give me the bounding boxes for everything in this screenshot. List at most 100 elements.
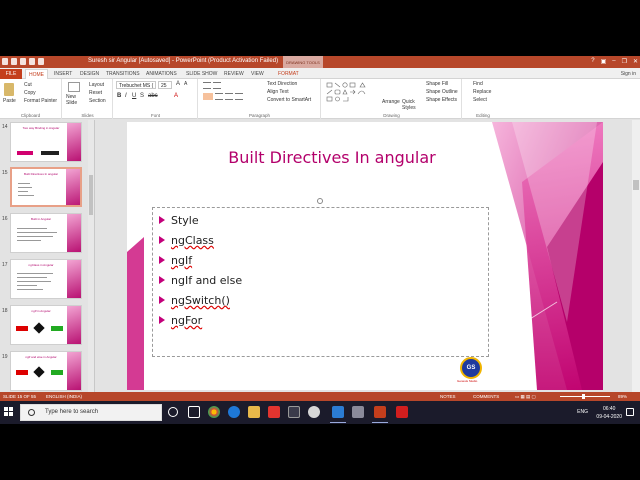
store-icon[interactable] bbox=[288, 406, 300, 418]
thumbnails-scrollbar[interactable] bbox=[88, 120, 94, 392]
bullet-item[interactable]: ngClass bbox=[159, 234, 214, 247]
bullet-item[interactable]: ngSwitch() bbox=[159, 294, 230, 307]
powerpoint-taskbar-icon[interactable] bbox=[372, 406, 388, 423]
language-indicator[interactable]: ENGLISH (INDIA) bbox=[46, 394, 82, 399]
rotate-handle[interactable] bbox=[317, 198, 323, 204]
quick-styles-button[interactable]: Quick Styles bbox=[402, 99, 420, 111]
comments-button[interactable]: COMMENTS bbox=[473, 394, 499, 399]
bullet-item[interactable]: ngFor bbox=[159, 314, 202, 327]
slide-canvas[interactable]: Built Directives In angular Style ngClas… bbox=[127, 122, 603, 390]
tab-view[interactable]: VIEW bbox=[248, 69, 267, 79]
zoom-slider[interactable] bbox=[560, 396, 610, 397]
layout-button[interactable]: Layout bbox=[89, 82, 104, 88]
grow-font-button[interactable]: A bbox=[176, 81, 180, 87]
tab-slide-show[interactable]: SLIDE SHOW bbox=[183, 69, 220, 79]
slide-thumbnail-19[interactable]: ngIf and else in Angular bbox=[10, 351, 82, 391]
slide-thumbnail-14[interactable]: Two way Binding in Angular bbox=[10, 122, 82, 162]
section-button[interactable]: Section bbox=[89, 98, 106, 104]
notification-icon[interactable] bbox=[626, 408, 634, 416]
paste-button[interactable]: Paste bbox=[3, 98, 16, 104]
text-direction-button[interactable]: Text Direction bbox=[267, 81, 297, 87]
justify-icon[interactable] bbox=[235, 93, 243, 100]
slide-thumbnail-15[interactable]: Built Directives In angular bbox=[10, 167, 82, 207]
taskbar-search[interactable]: Type here to search bbox=[20, 404, 162, 421]
paste-icon[interactable] bbox=[4, 83, 14, 96]
cortana-icon[interactable] bbox=[168, 407, 178, 417]
slide-thumbnails-pane[interactable]: 14 Two way Binding in Angular 15 Built D… bbox=[0, 120, 95, 392]
slide-thumbnail-17[interactable]: ngClass in Angular bbox=[10, 259, 82, 299]
align-right-icon[interactable] bbox=[225, 93, 233, 100]
arrange-button[interactable]: Arrange bbox=[382, 99, 400, 105]
bullet-item[interactable]: ngIf bbox=[159, 254, 192, 267]
shapes-gallery-icon[interactable] bbox=[326, 82, 378, 104]
bullet-item[interactable]: ngIf and else bbox=[159, 274, 242, 287]
copy-button[interactable]: Copy bbox=[24, 90, 36, 96]
shrink-font-button[interactable]: A bbox=[184, 81, 187, 87]
underline-button[interactable]: U bbox=[132, 93, 136, 99]
font-size-select[interactable]: 25 bbox=[158, 81, 172, 89]
bold-button[interactable]: B bbox=[117, 93, 121, 99]
save-icon[interactable] bbox=[11, 58, 17, 65]
font-name-select[interactable]: Trebuchet MS ( bbox=[116, 81, 156, 89]
align-text-button[interactable]: Align Text bbox=[267, 89, 289, 95]
new-slide-icon[interactable] bbox=[68, 82, 80, 92]
clock[interactable]: 06:40 09-04-2020 bbox=[596, 405, 622, 421]
convert-smartart-button[interactable]: Convert to SmartArt bbox=[267, 97, 311, 103]
close-button[interactable]: ✕ bbox=[633, 58, 638, 65]
input-language[interactable]: ENG bbox=[577, 409, 588, 415]
start-slideshow-icon[interactable] bbox=[38, 58, 44, 65]
shape-effects-button[interactable]: Shape Effects bbox=[426, 97, 457, 103]
vscode-icon[interactable] bbox=[330, 406, 346, 423]
slide-scrollbar[interactable] bbox=[632, 120, 640, 392]
redo-icon[interactable] bbox=[29, 58, 35, 65]
shape-fill-button[interactable]: Shape Fill bbox=[426, 81, 448, 87]
ribbon-options-icon[interactable]: ▣ bbox=[601, 58, 607, 65]
tab-animations[interactable]: ANIMATIONS bbox=[143, 69, 180, 79]
slide-thumbnail-18[interactable]: ngIf in Angular bbox=[10, 305, 82, 345]
restore-button[interactable]: ❐ bbox=[622, 58, 627, 65]
zoom-level[interactable]: 89% bbox=[618, 394, 627, 399]
bullets-icon[interactable] bbox=[203, 82, 211, 89]
notes-button[interactable]: NOTES bbox=[440, 394, 456, 399]
tab-transitions[interactable]: TRANSITIONS bbox=[103, 69, 143, 79]
numbering-icon[interactable] bbox=[213, 82, 221, 89]
tab-insert[interactable]: INSERT bbox=[51, 69, 75, 79]
settings-icon[interactable] bbox=[308, 406, 320, 418]
sign-in-link[interactable]: Sign in bbox=[621, 71, 636, 77]
minimize-button[interactable]: – bbox=[612, 58, 615, 65]
shadow-button[interactable]: S bbox=[140, 93, 144, 99]
italic-button[interactable]: I bbox=[125, 93, 127, 99]
edge-icon[interactable] bbox=[228, 406, 240, 418]
find-button[interactable]: Find bbox=[473, 81, 483, 87]
align-center-icon[interactable] bbox=[215, 93, 223, 100]
reset-button[interactable]: Reset bbox=[89, 90, 102, 96]
slide-title[interactable]: Built Directives In angular bbox=[217, 148, 447, 167]
align-left-icon[interactable] bbox=[203, 93, 213, 100]
mcafee-icon[interactable] bbox=[268, 406, 280, 418]
slide-scroll-thumb[interactable] bbox=[633, 180, 639, 190]
thumbnails-scroll-thumb[interactable] bbox=[89, 175, 93, 215]
chrome-icon[interactable] bbox=[208, 406, 220, 418]
windows-start-icon[interactable] bbox=[4, 407, 14, 417]
app-icon[interactable] bbox=[352, 406, 364, 418]
tab-review[interactable]: REVIEW bbox=[221, 69, 247, 79]
format-painter-button[interactable]: Format Painter bbox=[24, 98, 57, 104]
slide-thumbnail-16[interactable]: Built in Angular bbox=[10, 213, 82, 253]
undo-icon[interactable] bbox=[20, 58, 26, 65]
tab-home[interactable]: HOME bbox=[25, 69, 48, 79]
strikethrough-button[interactable]: abc bbox=[148, 93, 158, 99]
task-view-icon[interactable] bbox=[188, 406, 200, 418]
font-color-button[interactable]: A bbox=[174, 93, 178, 99]
tab-design[interactable]: DESIGN bbox=[77, 69, 102, 79]
shape-outline-button[interactable]: Shape Outline bbox=[426, 89, 458, 95]
tab-file[interactable]: FILE bbox=[0, 69, 22, 79]
file-explorer-icon[interactable] bbox=[248, 406, 260, 418]
help-icon[interactable]: ? bbox=[591, 58, 594, 65]
tab-format[interactable]: FORMAT bbox=[275, 69, 302, 79]
zoom-slider-knob[interactable] bbox=[582, 394, 585, 399]
select-button[interactable]: Select bbox=[473, 97, 487, 103]
acrobat-icon[interactable] bbox=[396, 406, 408, 418]
bullet-item[interactable]: Style bbox=[159, 214, 199, 227]
view-buttons[interactable]: ▭ ▦ ▤ ▢ bbox=[515, 394, 536, 400]
cut-button[interactable]: Cut bbox=[24, 82, 32, 88]
